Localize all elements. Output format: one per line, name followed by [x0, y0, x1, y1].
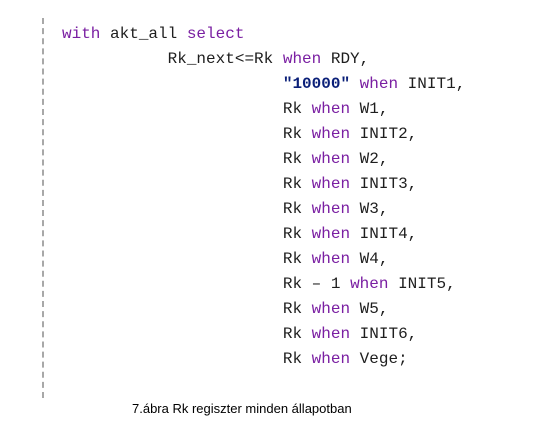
code-keyword: when	[311, 175, 351, 193]
code-string-literal: "10000"	[282, 75, 351, 93]
code-text: Rk	[282, 250, 312, 268]
code-text: Rk	[282, 100, 312, 118]
code-text: W4,	[350, 250, 389, 268]
code-line: Rk when INIT3,	[62, 172, 465, 197]
code-text: W3,	[350, 200, 389, 218]
code-line: "10000" when INIT1,	[62, 72, 465, 97]
code-text: RDY,	[321, 50, 370, 68]
code-text: W1,	[350, 100, 389, 118]
code-keyword: select	[186, 25, 245, 43]
code-text: Rk	[282, 225, 312, 243]
code-line: Rk – 1 when INIT5,	[62, 272, 465, 297]
code-text: Rk	[282, 200, 312, 218]
code-text: Rk	[282, 125, 312, 143]
code-text: Vege;	[350, 350, 408, 368]
code-text: Rk – 1	[282, 275, 351, 293]
code-keyword: when	[311, 100, 351, 118]
code-line: Rk when W3,	[62, 197, 465, 222]
code-text: Rk	[282, 150, 312, 168]
code-text: W5,	[350, 300, 389, 318]
code-keyword: when	[311, 250, 351, 268]
code-block: with akt_all select Rk_next<=Rk when RDY…	[62, 22, 465, 372]
code-text: INIT2,	[350, 125, 418, 143]
figure-caption: 7.ábra Rk regiszter minden állapotban	[132, 401, 352, 416]
code-line: Rk when W2,	[62, 147, 465, 172]
code-keyword: when	[311, 225, 351, 243]
code-line: with akt_all select	[62, 22, 465, 47]
code-text: W2,	[350, 150, 389, 168]
code-text: Rk	[282, 325, 312, 343]
code-line: Rk when W1,	[62, 97, 465, 122]
code-keyword: when	[350, 275, 389, 293]
code-keyword: when	[311, 200, 351, 218]
code-text: akt_all	[100, 25, 187, 43]
code-keyword: with	[62, 25, 101, 43]
code-text: Rk	[282, 300, 312, 318]
code-keyword: when	[311, 125, 351, 143]
code-keyword: when	[311, 300, 351, 318]
code-line: Rk_next<=Rk when RDY,	[62, 47, 465, 72]
code-text: INIT6,	[350, 325, 418, 343]
code-line: Rk when INIT4,	[62, 222, 465, 247]
code-line: Rk when INIT2,	[62, 122, 465, 147]
code-line: Rk when INIT6,	[62, 322, 465, 347]
code-text: INIT1,	[398, 75, 466, 93]
code-keyword: when	[311, 350, 351, 368]
code-text: Rk	[282, 175, 312, 193]
code-text: INIT3,	[350, 175, 418, 193]
code-text: INIT4,	[350, 225, 418, 243]
code-text: Rk_next<=Rk	[167, 50, 283, 68]
code-line: Rk when Vege;	[62, 347, 465, 372]
code-keyword: when	[359, 75, 399, 93]
code-keyword: when	[311, 325, 351, 343]
code-line: Rk when W4,	[62, 247, 465, 272]
code-line: Rk when W5,	[62, 297, 465, 322]
code-text: Rk	[282, 350, 312, 368]
code-keyword: when	[311, 150, 351, 168]
code-keyword: when	[282, 50, 322, 68]
code-text: INIT5,	[388, 275, 456, 293]
code-gutter-line	[42, 18, 44, 398]
